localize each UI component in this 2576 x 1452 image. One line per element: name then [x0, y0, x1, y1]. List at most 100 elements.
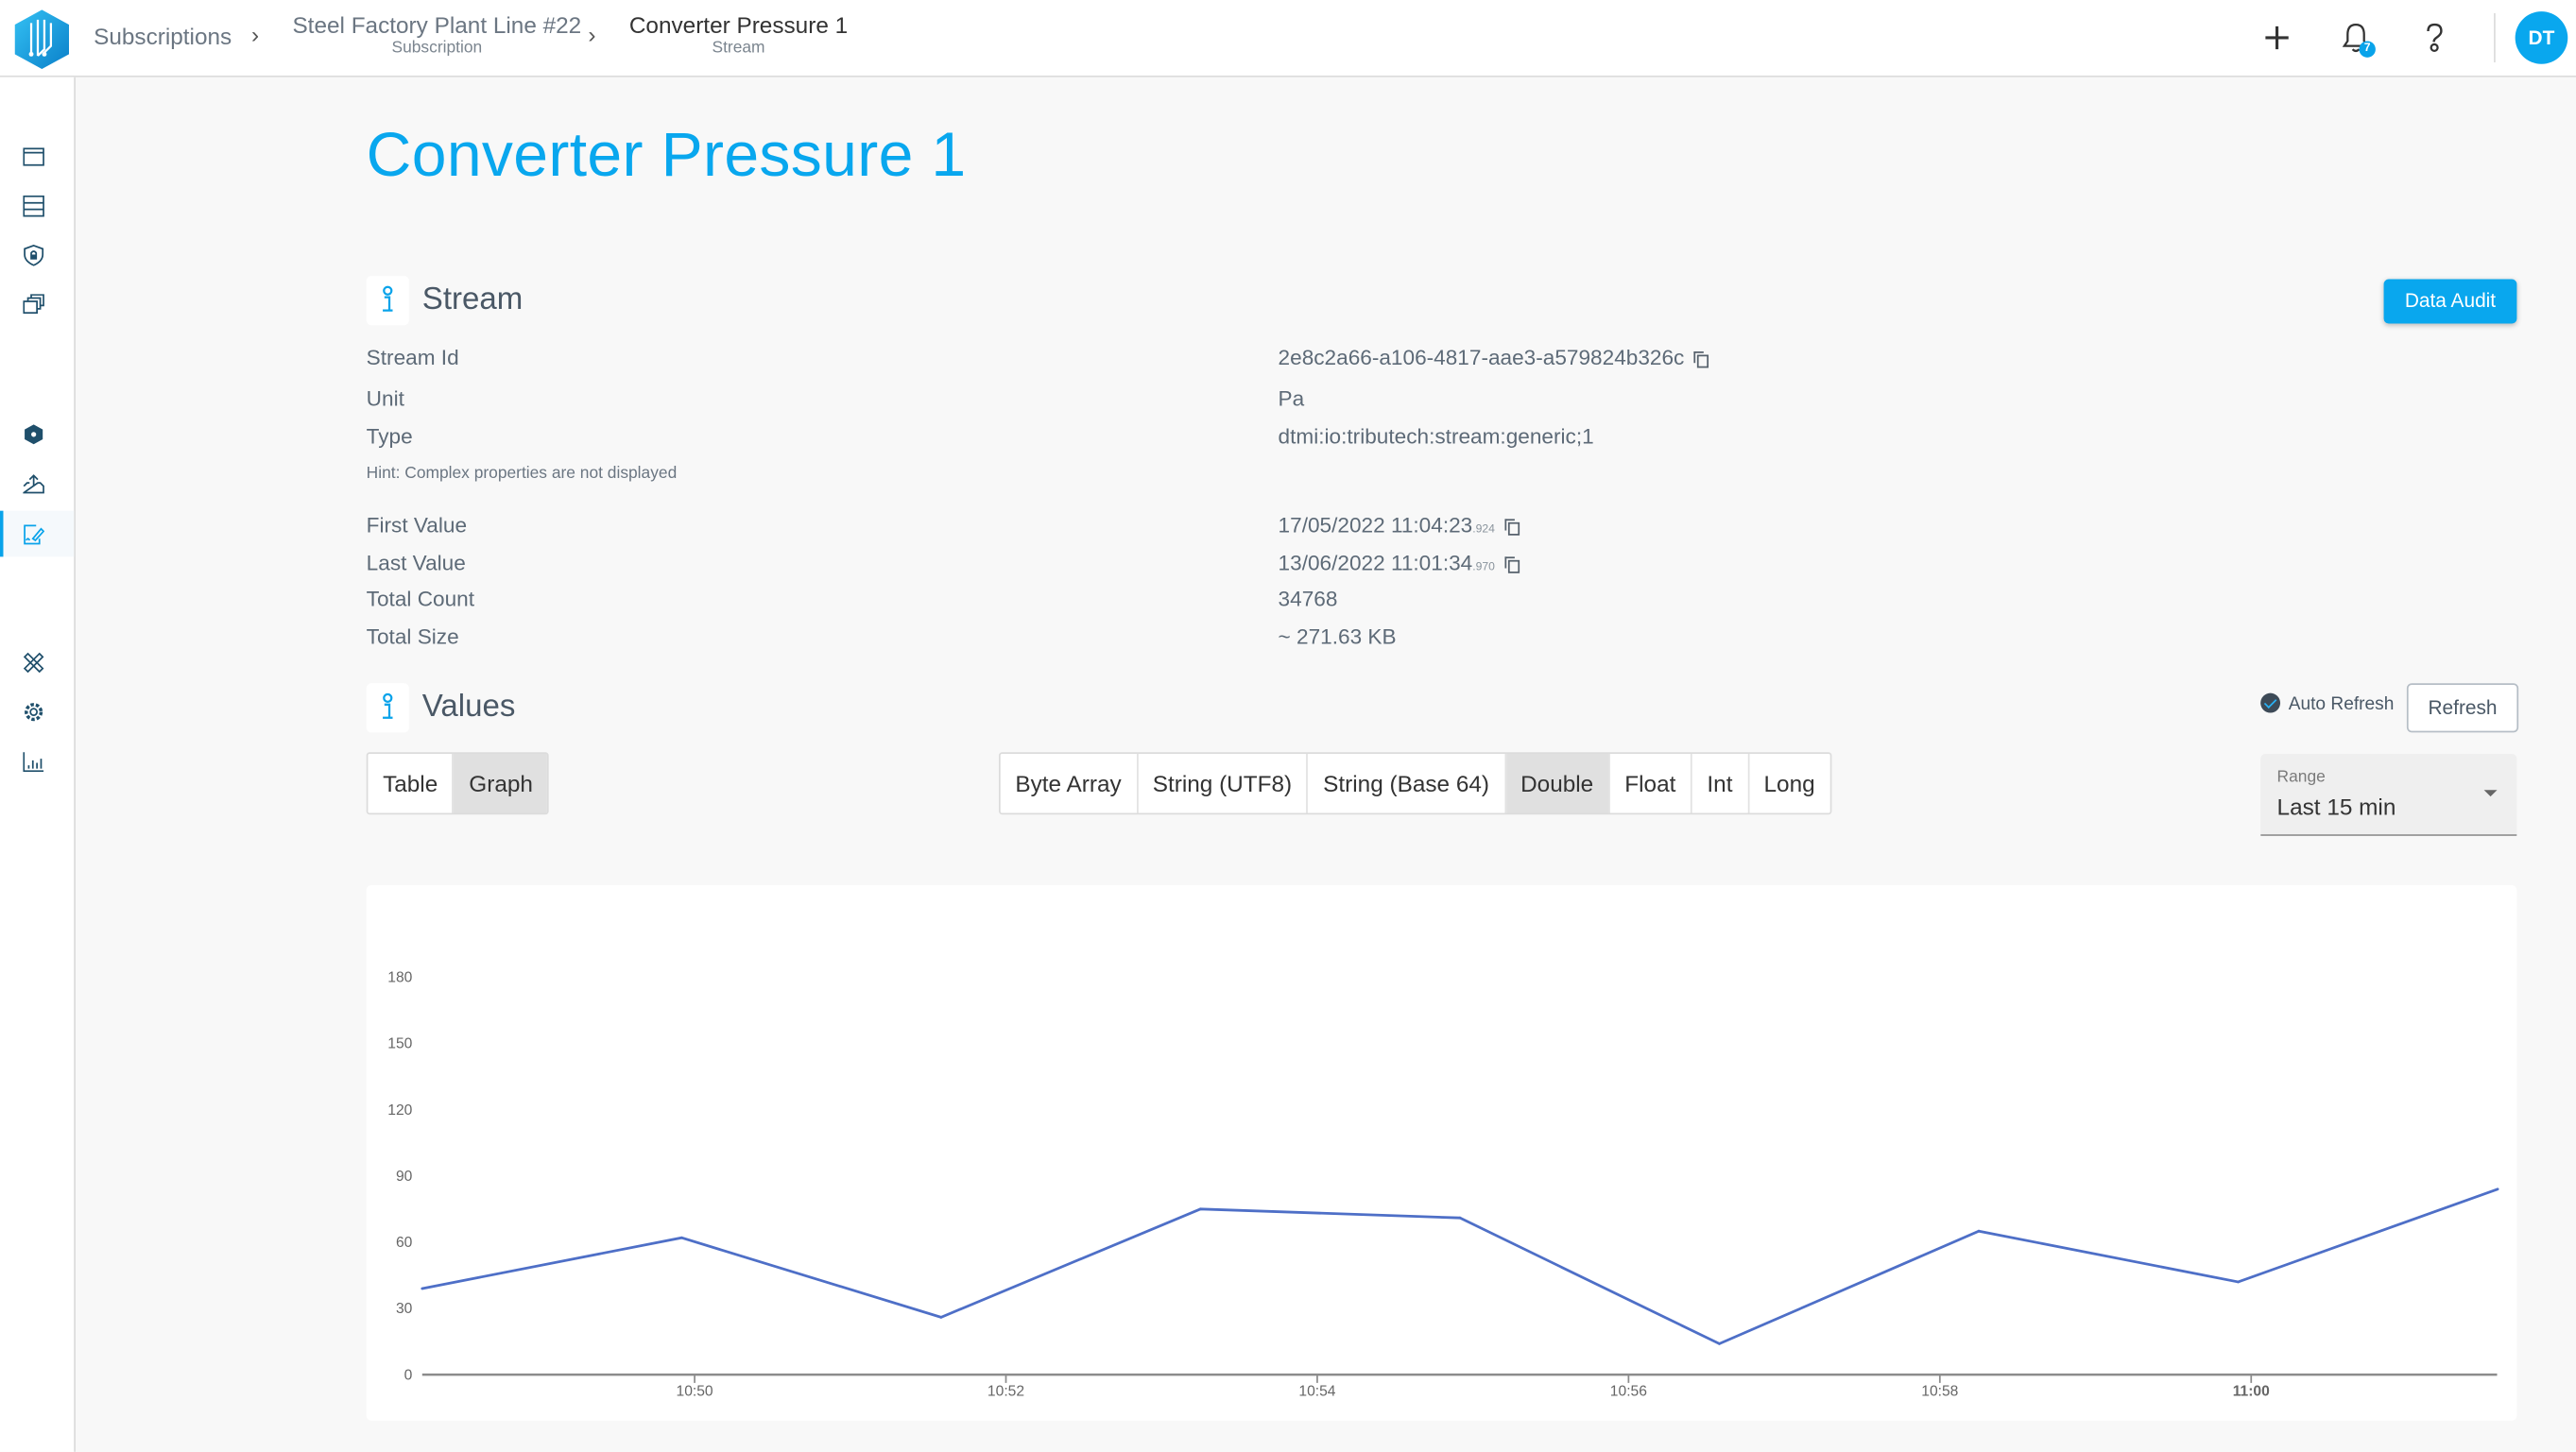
- x-tick-label: 10:56: [1610, 1384, 1647, 1400]
- breadcrumb-subscriptions[interactable]: Subscriptions: [94, 23, 232, 49]
- last-value-label: Last Value: [366, 550, 466, 575]
- auto-refresh-checkbox[interactable]: Auto Refresh: [2260, 692, 2395, 715]
- breadcrumb-label: Converter Pressure 1: [628, 11, 849, 38]
- breadcrumb-sublabel: Subscription: [391, 39, 483, 58]
- breadcrumb-subscription[interactable]: Steel Factory Plant Line #22 Subscriptio…: [292, 11, 581, 58]
- type-long[interactable]: Long: [1749, 754, 1829, 813]
- type-byte-array[interactable]: Byte Array: [1001, 753, 1139, 813]
- first-value-text: 17/05/2022 11:04:23: [1278, 512, 1473, 538]
- data-point: [679, 1236, 683, 1239]
- values-chart: 0 30 60 90 120 150 180 10:50 10:52 10:54 10:56 10:5…: [366, 885, 2517, 1421]
- total-size-value: ~ 271.63 KB: [1278, 624, 1397, 649]
- x-tick-label: 10:50: [677, 1384, 713, 1400]
- refresh-button[interactable]: Refresh: [2406, 683, 2519, 733]
- breadcrumb-sublabel: Stream: [712, 39, 765, 58]
- sidebar-item-documents[interactable]: [0, 510, 75, 557]
- stream-id-label: Stream Id: [366, 345, 459, 370]
- y-tick-label: 180: [387, 970, 412, 986]
- first-value-label: First Value: [366, 512, 468, 538]
- type-double[interactable]: Double: [1505, 753, 1610, 813]
- y-tick-label: 150: [387, 1036, 412, 1052]
- stream-id-text: 2e8c2a66-a106-4817-aae3-a579824b326c: [1278, 345, 1685, 370]
- tributech-logo-icon[interactable]: [14, 9, 70, 70]
- type-string-base64[interactable]: String (Base 64): [1309, 753, 1506, 813]
- data-point: [2237, 1280, 2240, 1284]
- help-icon[interactable]: [2416, 20, 2452, 56]
- sidebar: [0, 77, 76, 1452]
- dropdown-arrow-icon: [2483, 790, 2498, 797]
- y-tick-label: 90: [396, 1169, 413, 1185]
- unit-value: Pa: [1278, 385, 1305, 411]
- y-tick-label: 0: [404, 1367, 413, 1383]
- y-tick-label: 30: [396, 1301, 413, 1317]
- server-stack-icon: [23, 195, 44, 217]
- first-value: 17/05/2022 11:04:23.924: [1278, 512, 1520, 538]
- network-cube-icon: [25, 424, 43, 445]
- range-select[interactable]: Range Last 15 min: [2260, 753, 2517, 836]
- auto-refresh-label: Auto Refresh: [2288, 694, 2395, 715]
- total-size-label: Total Size: [366, 624, 459, 649]
- sidebar-item-browser[interactable]: [0, 133, 74, 179]
- values-section-heading: Values: [366, 683, 516, 733]
- data-audit-button[interactable]: Data Audit: [2383, 279, 2517, 324]
- values-heading-label: Values: [421, 690, 516, 725]
- page-title: Converter Pressure 1: [366, 121, 967, 191]
- last-value: 13/06/2022 11:01:34.970: [1278, 550, 1520, 575]
- breadcrumb-label: Steel Factory Plant Line #22: [292, 11, 582, 38]
- checkbox-checked-icon: [2260, 692, 2281, 713]
- upload-tray-icon: [23, 474, 44, 494]
- unit-label: Unit: [366, 385, 404, 411]
- first-value-ms: .924: [1472, 523, 1495, 536]
- series-line: [421, 1187, 2499, 1345]
- shield-lock-icon: [24, 245, 44, 266]
- breadcrumb-stream[interactable]: Converter Pressure 1 Stream: [629, 11, 848, 58]
- header-divider: [2494, 12, 2496, 63]
- tab-graph[interactable]: Graph: [454, 753, 548, 813]
- sidebar-item-tools[interactable]: [0, 639, 74, 685]
- bar-chart-icon: [23, 752, 44, 773]
- signed-document-icon: [24, 524, 44, 545]
- sidebar-item-servers[interactable]: [0, 182, 74, 229]
- sidebar-item-analytics[interactable]: [0, 738, 74, 784]
- last-value-text: 13/06/2022 11:01:34: [1278, 550, 1473, 575]
- browser-window-icon: [23, 147, 44, 166]
- info-icon: [366, 276, 409, 326]
- last-value-ms: .970: [1472, 561, 1495, 573]
- tab-table[interactable]: Table: [368, 753, 455, 813]
- type-label: Type: [366, 423, 413, 449]
- data-type-toggle: Byte Array String (UTF8) String (Base 64…: [999, 752, 1832, 815]
- data-point: [1718, 1342, 1721, 1345]
- chevron-right-icon: ›: [250, 21, 260, 48]
- copy-icon[interactable]: [1693, 351, 1709, 368]
- copy-icon[interactable]: [1504, 519, 1520, 536]
- copy-icon[interactable]: [1504, 556, 1520, 573]
- x-tick-label: 10:54: [1298, 1384, 1335, 1400]
- type-int[interactable]: Int: [1692, 753, 1749, 813]
- view-toggle: Table Graph: [366, 752, 550, 815]
- app-root: Subscriptions › Steel Factory Plant Line…: [0, 0, 2576, 1452]
- top-bar: Subscriptions › Steel Factory Plant Line…: [0, 0, 2576, 77]
- sidebar-item-network[interactable]: [0, 411, 74, 457]
- data-point: [421, 1287, 424, 1290]
- breadcrumb-label: Subscriptions: [94, 23, 232, 50]
- stacked-cards-icon: [23, 294, 44, 315]
- tools-icon: [23, 652, 44, 674]
- total-count-label: Total Count: [366, 586, 475, 611]
- range-value: Last 15 min: [2276, 793, 2396, 820]
- x-tick-label: 11:00: [2233, 1384, 2270, 1400]
- plus-icon[interactable]: [2258, 20, 2294, 56]
- data-point: [2496, 1187, 2499, 1191]
- sidebar-item-security[interactable]: [0, 231, 74, 278]
- notifications-button[interactable]: 7: [2338, 20, 2376, 58]
- sidebar-item-upload[interactable]: [0, 460, 74, 506]
- total-count-value: 34768: [1278, 586, 1338, 611]
- y-tick-label: 60: [396, 1235, 413, 1251]
- data-point: [1977, 1229, 1981, 1233]
- line-chart: 0 30 60 90 120 150 180 10:50 10:52 10:54 10:56 10:5…: [387, 970, 2499, 1400]
- user-avatar[interactable]: DT: [2515, 11, 2568, 64]
- stream-heading-label: Stream: [421, 282, 524, 317]
- type-float[interactable]: Float: [1610, 753, 1692, 813]
- type-string-utf8[interactable]: String (UTF8): [1138, 753, 1309, 813]
- sidebar-item-cards[interactable]: [0, 281, 74, 327]
- sidebar-item-settings[interactable]: [0, 688, 74, 734]
